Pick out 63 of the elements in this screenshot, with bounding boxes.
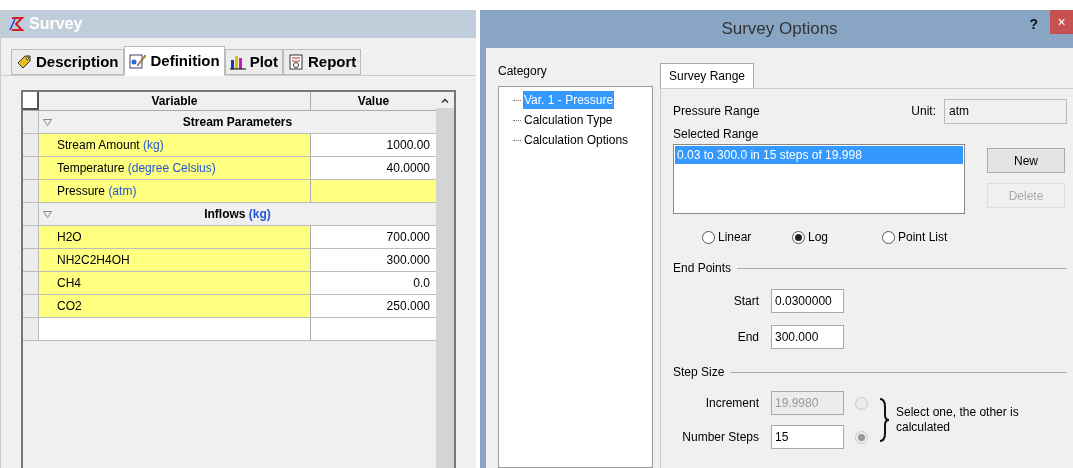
window-title: Survey bbox=[29, 14, 83, 34]
variable-label: H2O bbox=[57, 229, 82, 246]
bar-chart-icon bbox=[229, 54, 246, 70]
help-button[interactable]: ? bbox=[1029, 14, 1038, 35]
radio-label: Point List bbox=[898, 229, 948, 246]
input-field[interactable]: 300.000 bbox=[771, 325, 844, 349]
input-field[interactable]: 15 bbox=[771, 425, 844, 449]
tag-icon bbox=[16, 54, 32, 70]
unit-field: atm bbox=[944, 98, 1067, 124]
collapse-arrow-icon[interactable] bbox=[43, 210, 52, 218]
tab[interactable]: Survey Range bbox=[660, 63, 755, 89]
tab[interactable]: Definition bbox=[123, 46, 225, 76]
variable-label: CH4 bbox=[57, 275, 81, 292]
value-cell[interactable]: 1000.00 bbox=[311, 134, 436, 156]
variable-label: Stream Amount (kg) bbox=[57, 137, 164, 154]
close-button[interactable]: × bbox=[1050, 10, 1073, 34]
variable-label: Temperature (degree Celsius) bbox=[57, 160, 216, 177]
scroll-up-button[interactable] bbox=[436, 92, 454, 108]
chevron-up-icon bbox=[441, 97, 449, 103]
field-label: Number Steps bbox=[681, 429, 760, 446]
radio-button[interactable] bbox=[702, 230, 715, 244]
variable-label: Pressure (atm) bbox=[57, 183, 137, 200]
sigma-logo-icon bbox=[9, 16, 25, 32]
value-cell[interactable]: 40.0000 bbox=[311, 157, 436, 179]
field-label: End bbox=[736, 329, 760, 346]
value-cell[interactable]: 300.000 bbox=[311, 249, 436, 271]
unit-label: Unit: bbox=[911, 103, 936, 120]
value-cell[interactable]: 0.0 bbox=[311, 272, 436, 294]
group-title: Stream Parameters bbox=[182, 114, 293, 131]
step-size-note: Select one, the other is calculated bbox=[896, 405, 1020, 435]
collapse-arrow-icon[interactable] bbox=[43, 118, 52, 126]
radio-label: Log bbox=[808, 229, 829, 246]
tab[interactable]: Description bbox=[11, 49, 124, 75]
value-cell[interactable]: 700.000 bbox=[311, 226, 436, 248]
pencil-icon bbox=[128, 53, 147, 69]
tree-item[interactable]: Calculation Type bbox=[523, 111, 614, 129]
radio-button[interactable] bbox=[792, 230, 805, 244]
section-title: Step Size bbox=[673, 364, 725, 381]
variable-label: NH2C2H4OH bbox=[57, 252, 130, 269]
input-field[interactable]: 0.0300000 bbox=[771, 289, 844, 313]
field-label: Increment bbox=[704, 395, 760, 412]
report-icon bbox=[288, 54, 304, 70]
tree-item[interactable]: Calculation Options bbox=[523, 131, 630, 149]
variable-label: CO2 bbox=[57, 298, 82, 315]
column-header: Value bbox=[356, 93, 391, 110]
column-header: Variable bbox=[39, 92, 311, 110]
tab[interactable]: Report bbox=[283, 49, 362, 75]
group-title: Inflows (kg) bbox=[204, 206, 271, 223]
value-cell[interactable] bbox=[311, 180, 436, 202]
brace-icon bbox=[878, 397, 890, 443]
corner-cell bbox=[23, 92, 39, 110]
selected-range-label: Selected Range bbox=[673, 126, 760, 143]
radio-label: Linear bbox=[718, 229, 752, 246]
radio-button[interactable] bbox=[882, 230, 895, 244]
range-label: Pressure Range bbox=[673, 103, 760, 120]
category-label: Category bbox=[498, 63, 548, 80]
value-cell[interactable]: 250.000 bbox=[311, 295, 436, 317]
scrollbar[interactable] bbox=[436, 92, 454, 468]
dialog-button[interactable]: New bbox=[987, 148, 1065, 173]
field-label: Start bbox=[732, 293, 760, 310]
dialog-title: Survey Options bbox=[721, 18, 838, 41]
tab[interactable]: Plot bbox=[224, 49, 283, 75]
section-title: End Points bbox=[673, 260, 732, 277]
